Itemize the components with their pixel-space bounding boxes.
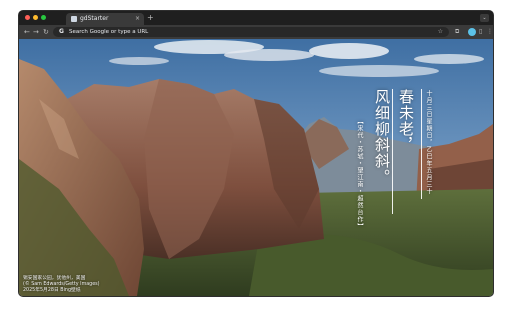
poem-date: 十月三日星期日，乙巳年五月三十 bbox=[425, 90, 432, 195]
profile-avatar[interactable] bbox=[468, 28, 476, 36]
bookmark-star-icon[interactable]: ☆ bbox=[438, 27, 443, 37]
window-controls bbox=[25, 15, 46, 21]
wallpaper-credit[interactable]: 锡安国家公园，犹他州，美国 (© Sam Edwards/Getty Image… bbox=[23, 276, 100, 294]
poem-line-1: 春未老， bbox=[397, 89, 415, 153]
google-icon: G bbox=[59, 28, 64, 35]
extensions-icon[interactable]: ⧉ bbox=[455, 25, 459, 39]
address-bar-placeholder: Search Google or type a URL bbox=[69, 29, 149, 35]
zoom-window-button[interactable] bbox=[41, 15, 46, 20]
close-window-button[interactable] bbox=[25, 15, 30, 20]
forward-button[interactable]: → bbox=[33, 25, 39, 39]
tab-favicon-icon bbox=[71, 16, 77, 22]
browser-menu-icon[interactable]: ⋮ bbox=[487, 25, 493, 39]
new-tab-button[interactable]: + bbox=[147, 12, 154, 24]
address-bar[interactable]: G Search Google or type a URL ☆ bbox=[53, 27, 449, 37]
poem-source: 【宋代・苏轼・望江南・超然台作】 bbox=[356, 118, 363, 230]
poem-divider-middle bbox=[392, 89, 393, 214]
browser-window: gdStarter × + ⌄ ← → ↻ G Search Google or… bbox=[19, 11, 493, 296]
credit-date: 2025年5月28日 Bing壁纸 bbox=[23, 288, 81, 293]
new-tab-page: 十月三日星期日，乙巳年五月三十 春未老， 风细柳斜斜。 【宋代・苏轼・望江南・超… bbox=[19, 39, 493, 296]
tab-search-button[interactable]: ⌄ bbox=[480, 14, 489, 22]
tab-close-icon[interactable]: × bbox=[135, 13, 140, 25]
poem-divider-right bbox=[421, 89, 422, 199]
tab-strip: gdStarter × + ⌄ bbox=[19, 11, 493, 25]
minimize-window-button[interactable] bbox=[33, 15, 38, 20]
navigation-toolbar: ← → ↻ G Search Google or type a URL ☆ ⧉ … bbox=[19, 25, 493, 39]
back-button[interactable]: ← bbox=[24, 25, 30, 39]
poem-line-2: 风细柳斜斜。 bbox=[373, 89, 391, 185]
reload-button[interactable]: ↻ bbox=[43, 25, 49, 39]
tab-gdstarter[interactable]: gdStarter × bbox=[66, 13, 144, 25]
tab-title: gdStarter bbox=[80, 15, 109, 22]
side-panel-icon[interactable]: ▯ bbox=[479, 25, 482, 39]
